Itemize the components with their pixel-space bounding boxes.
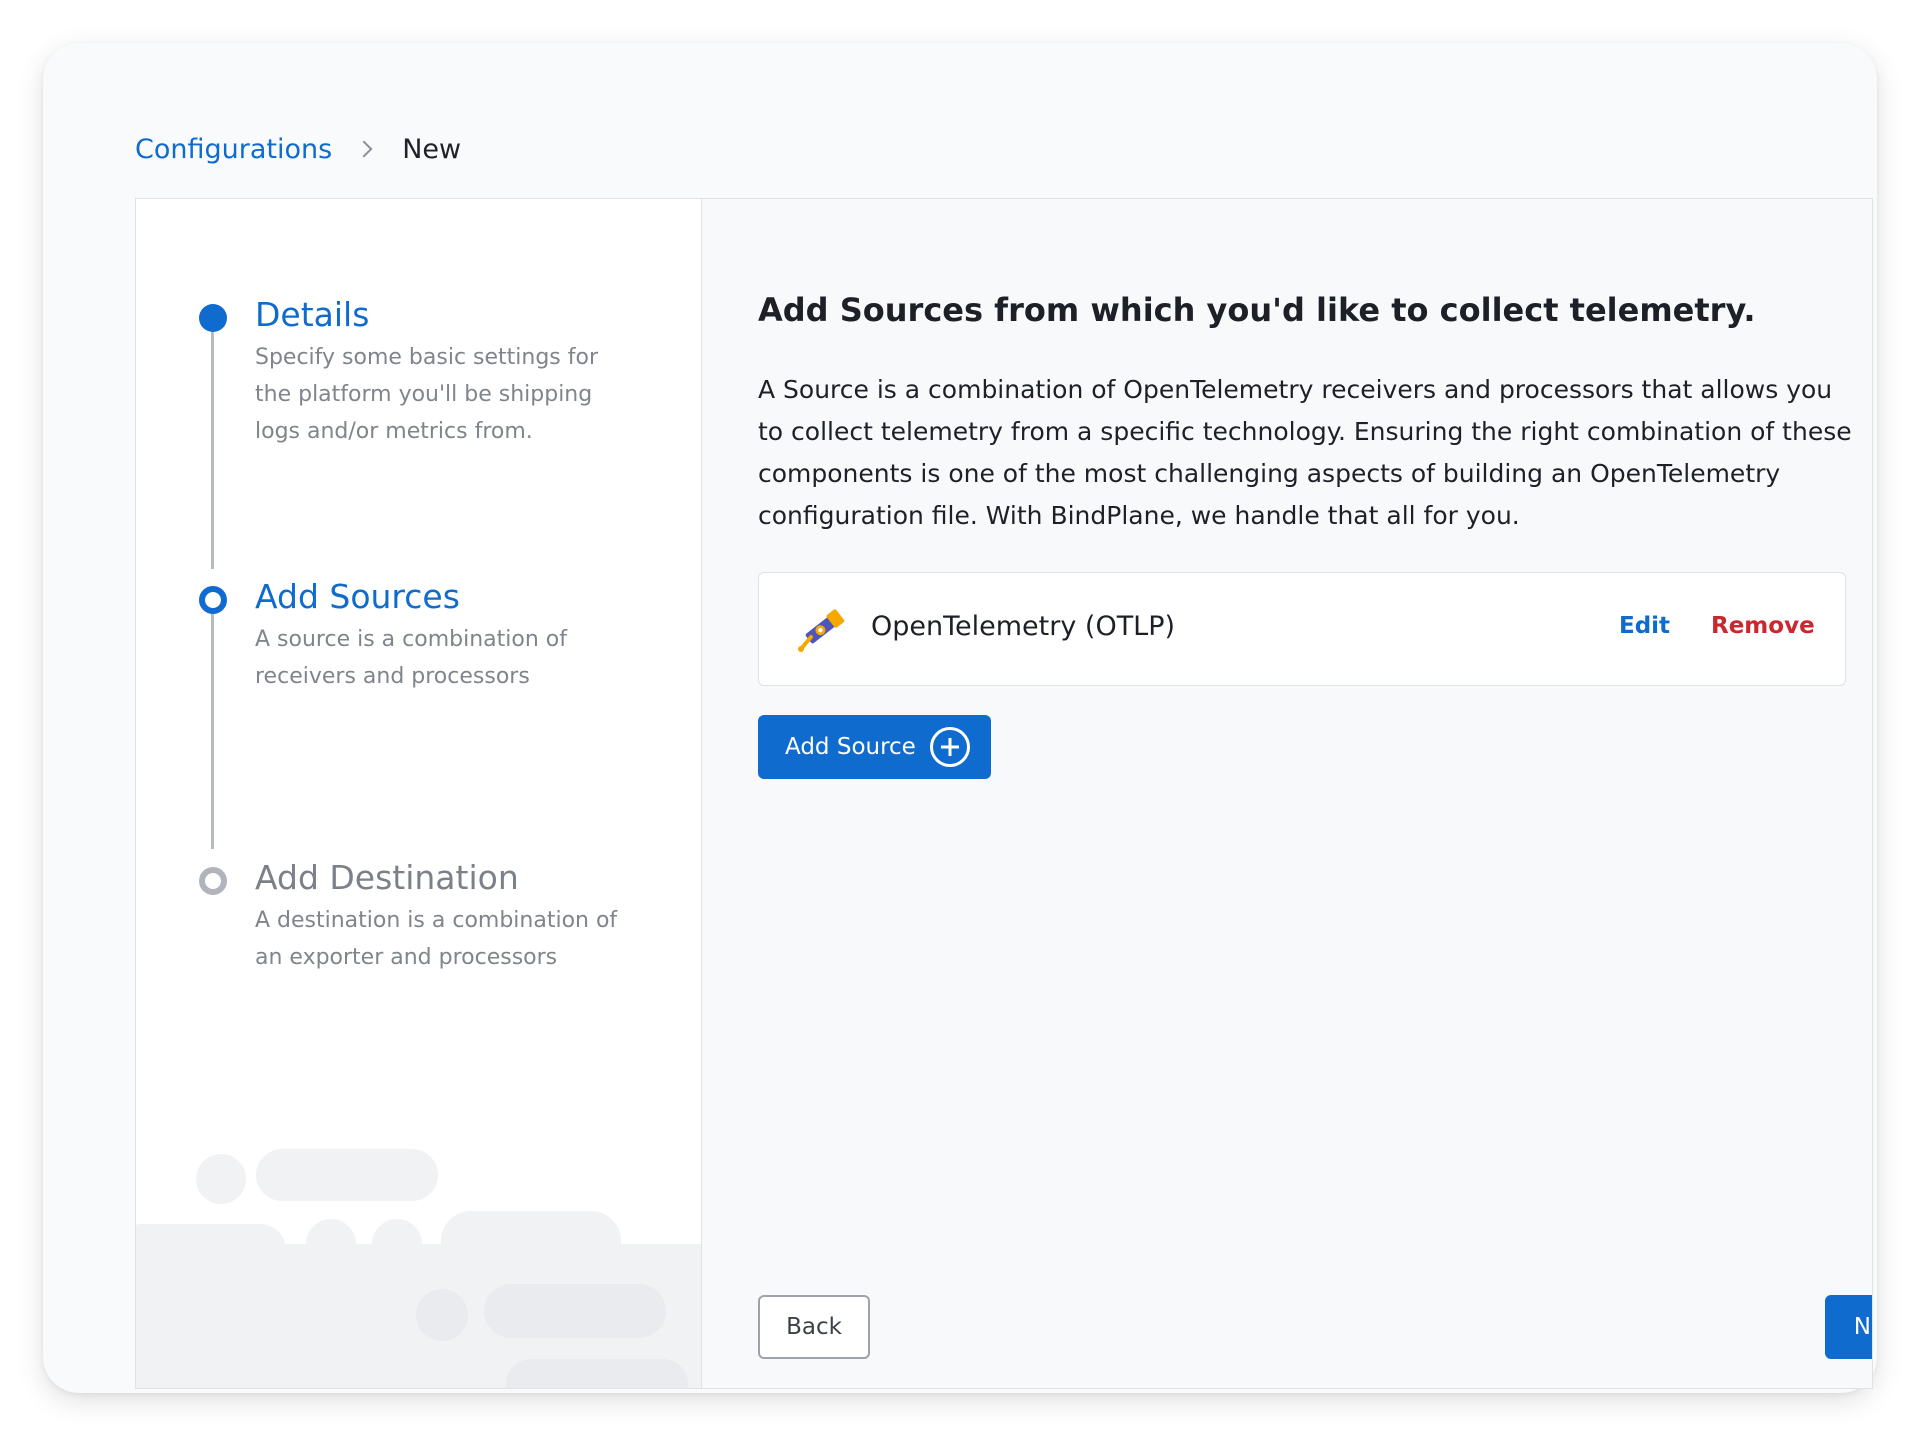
step-complete-indicator: [199, 304, 227, 332]
decorative-shape: [256, 1149, 438, 1201]
step-title-details[interactable]: Details: [255, 295, 369, 334]
main-panel: Add Sources from which you'd like to col…: [702, 199, 1872, 1388]
decorative-shape: [196, 1154, 246, 1204]
steps-panel: Details Specify some basic settings for …: [136, 199, 702, 1388]
step-connector: [211, 324, 214, 569]
step-description-add-sources: A source is a combination of receivers a…: [255, 627, 567, 689]
breadcrumb-current: New: [402, 133, 462, 165]
opentelemetry-telescope-icon: [798, 609, 845, 652]
step-description-details: Specify some basic settings for the plat…: [255, 345, 599, 444]
step-connector: [211, 604, 214, 849]
plus-circle-icon: [930, 727, 970, 767]
step-inactive-indicator: [199, 867, 227, 895]
edit-source-button[interactable]: Edit: [1619, 613, 1670, 639]
source-name: OpenTelemetry (OTLP): [871, 611, 1176, 642]
breadcrumb: Configurations New: [135, 129, 461, 169]
add-source-button[interactable]: Add Source: [758, 715, 991, 779]
step-description-add-destination: A destination is a combination of an exp…: [255, 908, 618, 970]
add-source-label: Add Source: [785, 734, 916, 760]
step-active-indicator: [199, 586, 227, 614]
wizard-card: Details Specify some basic settings for …: [135, 198, 1873, 1389]
step-title-add-sources[interactable]: Add Sources: [255, 577, 460, 616]
back-button[interactable]: Back: [758, 1295, 870, 1359]
decorative-shape: [484, 1284, 666, 1338]
breadcrumb-configurations-link[interactable]: Configurations: [135, 134, 332, 165]
app-window: Configurations New Details Specify some …: [43, 43, 1877, 1393]
remove-source-button[interactable]: Remove: [1711, 613, 1815, 639]
page-heading: Add Sources from which you'd like to col…: [758, 291, 1756, 329]
decorative-shape: [506, 1359, 688, 1388]
source-list-item: OpenTelemetry (OTLP) Edit Remove: [758, 572, 1846, 686]
chevron-right-icon: [355, 140, 373, 158]
decorative-shape: [416, 1289, 468, 1341]
next-button[interactable]: Next: [1825, 1295, 1872, 1359]
step-title-add-destination: Add Destination: [255, 858, 519, 897]
page-description: A Source is a combination of OpenTelemet…: [758, 375, 1852, 530]
